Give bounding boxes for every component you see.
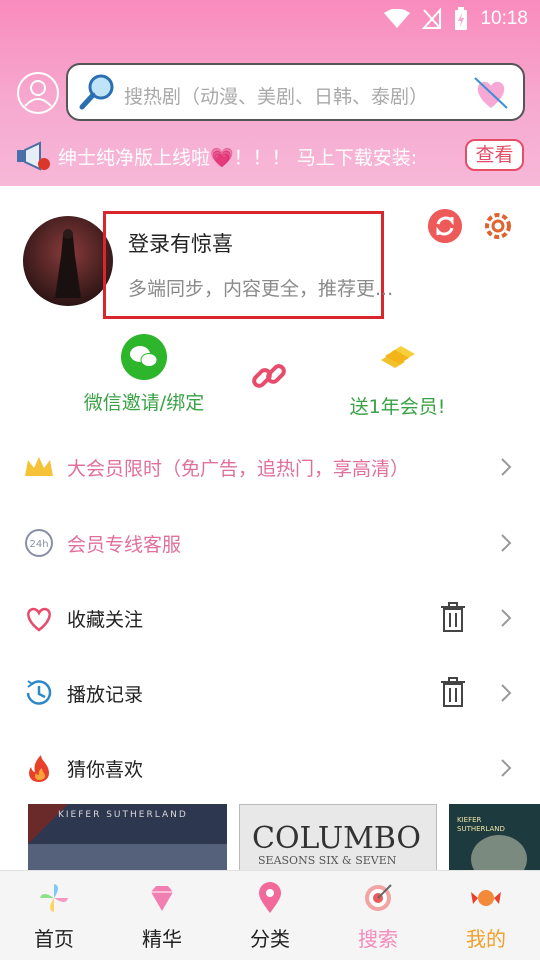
tab-category-label: 分类 bbox=[250, 927, 290, 951]
status-time: 10:18 bbox=[480, 8, 528, 29]
notice-text: 绅士纯净版上线啦💗！！！ 马上下载安装: bbox=[58, 147, 418, 169]
heart-icon bbox=[27, 607, 51, 632]
menu-recommend[interactable]: 猜你喜欢 bbox=[0, 738, 540, 798]
tab-home[interactable]: 首页 bbox=[0, 871, 108, 960]
recommend-posters: KIEFER SUTHERLAND COLUMBO SEASONS SIX & … bbox=[0, 804, 540, 870]
chevron-right-icon bbox=[501, 534, 512, 552]
poster-card[interactable]: KIEFER SUTHERLAND bbox=[449, 804, 540, 870]
header: 10:18 搜热剧（动漫、美剧、日韩、泰剧） 绅士纯净版上线啦💗！！！ 马上下载… bbox=[0, 0, 540, 186]
bottom-tab-bar: 首页 精华 分类 搜索 我的 bbox=[0, 870, 540, 960]
notice-bar: 绅士纯净版上线啦💗！！！ 马上下载安装: 查看 bbox=[0, 137, 540, 175]
menu-recommend-label: 猜你喜欢 bbox=[67, 759, 144, 781]
menu-favorites-label: 收藏关注 bbox=[67, 609, 144, 631]
svg-text:24h: 24h bbox=[29, 539, 48, 550]
search-input[interactable]: 搜热剧（动漫、美剧、日韩、泰剧） bbox=[66, 63, 525, 121]
menu-history-label: 播放记录 bbox=[67, 684, 144, 706]
megaphone-icon bbox=[17, 141, 50, 171]
wechat-invite-label: 微信邀请/绑定 bbox=[83, 392, 205, 414]
poster-title: COLUMBO bbox=[252, 821, 422, 856]
poster-card[interactable]: KIEFER SUTHERLAND bbox=[28, 804, 227, 870]
link-icon bbox=[252, 364, 286, 388]
menu-vip-label: 大会员限时（免广告，追热门，享高清） bbox=[67, 458, 410, 480]
menu-vip[interactable]: 大会员限时（免广告，追热门，享高清） bbox=[0, 437, 540, 497]
chevron-right-icon bbox=[501, 759, 512, 777]
profile-content: 登录有惊喜 多端同步，内容更全，推荐更... 微信邀请/绑定 送1年会员! 大会… bbox=[0, 186, 540, 870]
tab-search[interactable]: 搜索 bbox=[324, 871, 432, 960]
gold-bars-icon bbox=[380, 346, 415, 368]
chevron-right-icon bbox=[501, 684, 512, 702]
login-prompt[interactable]: 登录有惊喜 多端同步，内容更全，推荐更... bbox=[103, 211, 393, 319]
poster-subtitle: SEASONS SIX & SEVEN bbox=[258, 854, 397, 867]
heart-arrow-icon[interactable] bbox=[471, 74, 511, 112]
tab-mine[interactable]: 我的 bbox=[432, 871, 540, 960]
tab-search-label: 搜索 bbox=[358, 927, 398, 951]
fire-icon bbox=[29, 755, 49, 782]
vip-gift-label: 送1年会员! bbox=[349, 396, 446, 418]
menu-service[interactable]: 24h 会员专线客服 bbox=[0, 513, 540, 573]
magnifier-icon bbox=[79, 74, 114, 110]
candy-icon bbox=[471, 890, 501, 906]
support-24h-icon: 24h bbox=[25, 529, 53, 557]
tab-mine-label: 我的 bbox=[466, 927, 506, 951]
menu-favorites[interactable]: 收藏关注 bbox=[0, 588, 540, 648]
tab-featured-label: 精华 bbox=[142, 927, 182, 951]
vip-gift-button[interactable]: 送1年会员! bbox=[330, 334, 465, 419]
user-avatar-icon[interactable] bbox=[17, 72, 59, 114]
tab-category[interactable]: 分类 bbox=[216, 871, 324, 960]
gear-icon[interactable] bbox=[481, 209, 515, 243]
target-icon bbox=[365, 884, 392, 911]
trash-icon[interactable] bbox=[440, 676, 466, 708]
diamond-icon bbox=[151, 886, 173, 911]
wechat-invite-button[interactable]: 微信邀请/绑定 bbox=[64, 334, 224, 415]
search-placeholder: 搜热剧（动漫、美剧、日韩、泰剧） bbox=[124, 86, 429, 108]
chevron-right-icon bbox=[501, 609, 512, 627]
history-clock-icon bbox=[26, 680, 52, 705]
profile-avatar[interactable] bbox=[23, 216, 113, 306]
no-signal-icon bbox=[422, 8, 442, 29]
tab-home-label: 首页 bbox=[34, 927, 74, 951]
poster-card[interactable]: COLUMBO SEASONS SIX & SEVEN bbox=[239, 804, 437, 870]
menu-service-label: 会员专线客服 bbox=[67, 534, 182, 556]
menu-history[interactable]: 播放记录 bbox=[0, 663, 540, 723]
tab-featured[interactable]: 精华 bbox=[108, 871, 216, 960]
trash-icon[interactable] bbox=[440, 601, 466, 633]
wifi-icon bbox=[384, 9, 411, 28]
pinwheel-icon bbox=[40, 884, 68, 912]
status-bar: 10:18 bbox=[0, 0, 540, 38]
wechat-icon bbox=[121, 334, 167, 380]
battery-charging-icon bbox=[455, 7, 468, 30]
sync-icon[interactable] bbox=[428, 209, 462, 243]
login-title: 登录有惊喜 bbox=[128, 232, 233, 256]
chevron-right-icon bbox=[501, 458, 512, 476]
login-subtitle: 多端同步，内容更全，推荐更... bbox=[128, 278, 394, 300]
map-pin-icon bbox=[259, 882, 281, 913]
view-button[interactable]: 查看 bbox=[465, 139, 524, 171]
poster-caption: KIEFER SUTHERLAND bbox=[58, 810, 188, 820]
crown-icon bbox=[25, 457, 53, 476]
